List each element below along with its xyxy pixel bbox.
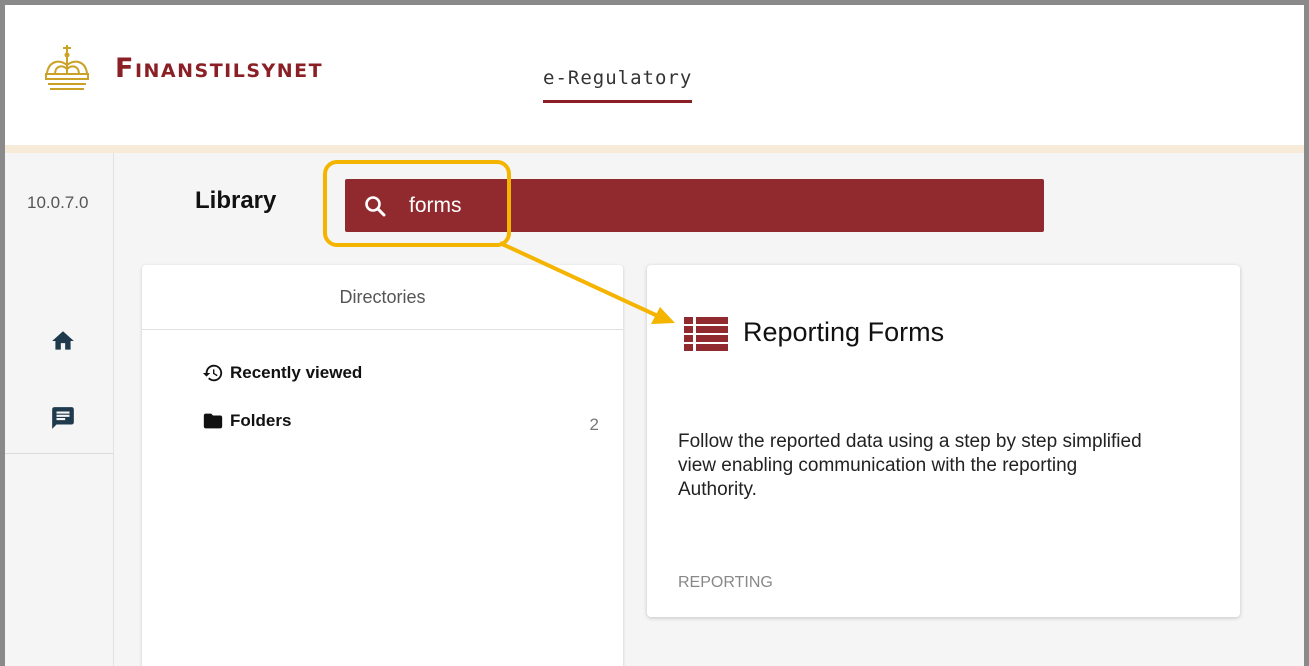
reporting-forms-card[interactable]: Reporting Forms Follow the reported data… <box>647 265 1240 617</box>
sidebar-divider <box>5 453 113 454</box>
app-window: Finanstilsynet e-Regulatory 10.0.7.0 Lib… <box>0 0 1309 666</box>
version-label: 10.0.7.0 <box>27 193 89 212</box>
tab-e-regulatory[interactable]: e-Regulatory <box>543 67 693 103</box>
brand-name: Finanstilsynet <box>115 52 324 84</box>
folder-icon <box>203 413 223 429</box>
reporting-forms-icon <box>684 317 728 351</box>
directory-label: Folders <box>230 411 292 430</box>
directory-item-folders[interactable]: Folders <box>200 410 291 432</box>
card-description: Follow the reported data using a step by… <box>678 431 1142 500</box>
folders-count: 2 <box>589 415 599 434</box>
directory-label: Recently viewed <box>230 363 363 382</box>
directories-panel: Directories Recently viewed Folders 2 <box>142 265 623 666</box>
card-title: Reporting Forms <box>743 317 945 347</box>
crown-icon <box>45 45 89 90</box>
chat-icon[interactable] <box>50 405 76 431</box>
logo[interactable]: Finanstilsynet <box>41 43 323 93</box>
home-icon[interactable] <box>50 328 76 354</box>
header: Finanstilsynet e-Regulatory <box>5 5 1304 145</box>
search-highlight-box <box>323 160 511 247</box>
sidebar: 10.0.7.0 <box>5 153 114 666</box>
page-title: Library <box>195 187 277 214</box>
directories-header: Directories <box>142 265 623 330</box>
header-divider <box>5 145 1304 153</box>
directory-item-recently-viewed[interactable]: Recently viewed <box>200 362 362 384</box>
history-icon <box>202 364 223 382</box>
card-category-tag: REPORTING <box>678 574 773 591</box>
